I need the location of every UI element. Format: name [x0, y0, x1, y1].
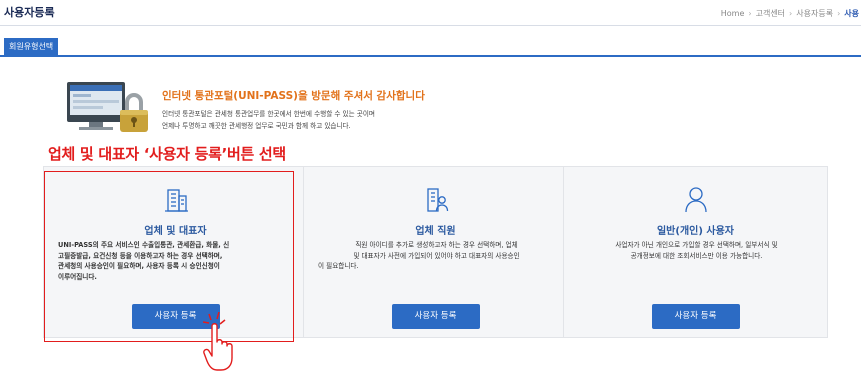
- breadcrumb-current: 사용: [844, 9, 859, 18]
- card-description-line: 및 대표자가 사전에 가입되어 있어야 하고 대표자의 사용승인: [353, 251, 520, 260]
- header-divider: [0, 25, 861, 26]
- intro-text: 인터넷 통관포털은 관세청 통관업무를 한곳에서 한번에 수행할 수 있는 곳이…: [162, 108, 375, 132]
- breadcrumb-customer-center[interactable]: 고객센터: [756, 9, 785, 18]
- card-description-line: 사업자가 아닌 개인으로 가입할 경우 선택하며, 일부서식 및: [615, 241, 778, 249]
- page-title: 사용자등록: [4, 6, 55, 19]
- register-individual-user-button[interactable]: 사용자 등록: [651, 304, 740, 329]
- card-description: 사업자가 아닌 개인으로 가입할 경우 선택하며, 일부서식 및 공개정보에 대…: [578, 240, 815, 261]
- instruction-callout: 업체 및 대표자 ‘사용자 등록’버튼 선택: [48, 145, 286, 163]
- breadcrumb-separator-icon: ›: [789, 9, 793, 18]
- register-company-employee-button[interactable]: 사용자 등록: [391, 304, 480, 329]
- card-description: 직원 아이디를 추가로 생성하고자 하는 경우 선택하며, 업체 및 대표자가 …: [318, 240, 555, 272]
- portal-lock-illustration: [67, 82, 148, 132]
- hand-cursor-icon: [203, 312, 233, 371]
- intro-line: 언제나 투명하고 깨끗한 관세행정 업무로 국민과 함께 하고 있습니다.: [162, 122, 351, 130]
- card-title: 일반(개인) 사용자: [656, 226, 735, 237]
- employee-icon: [426, 188, 448, 212]
- welcome-heading: 인터넷 통관포털(UNI-PASS)을 방문해 주셔서 감사합니다: [162, 90, 425, 102]
- tab-underline: [0, 55, 861, 57]
- breadcrumb-separator-icon: ›: [837, 9, 841, 18]
- intro-line: 인터넷 통관포털은 관세청 통관업무를 한곳에서 한번에 수행할 수 있는 곳이…: [162, 110, 375, 118]
- breadcrumb-user-registration[interactable]: 사용자등록: [796, 9, 833, 18]
- person-icon: [684, 187, 707, 213]
- breadcrumb-home[interactable]: Home: [721, 9, 745, 18]
- breadcrumb: Home › 고객센터 › 사용자등록 › 사용: [721, 8, 859, 19]
- card-individual-user: 일반(개인) 사용자 사업자가 아닌 개인으로 가입할 경우 선택하며, 일부서…: [563, 166, 828, 338]
- card-description-line: 이 필요합니다.: [318, 262, 359, 270]
- card-description-line: 공개정보에 대한 조회서비스만 이용 가능합니다.: [630, 251, 763, 260]
- highlight-box: [44, 171, 294, 342]
- card-title: 업체 직원: [415, 226, 456, 237]
- tab-member-type-select[interactable]: 회원유형선택: [4, 38, 59, 55]
- breadcrumb-separator-icon: ›: [748, 9, 752, 18]
- card-company-employee: 업체 직원 직원 아이디를 추가로 생성하고자 하는 경우 선택하며, 업체 및…: [303, 166, 568, 338]
- card-description-line: 직원 아이디를 추가로 생성하고자 하는 경우 선택하며, 업체: [355, 241, 518, 249]
